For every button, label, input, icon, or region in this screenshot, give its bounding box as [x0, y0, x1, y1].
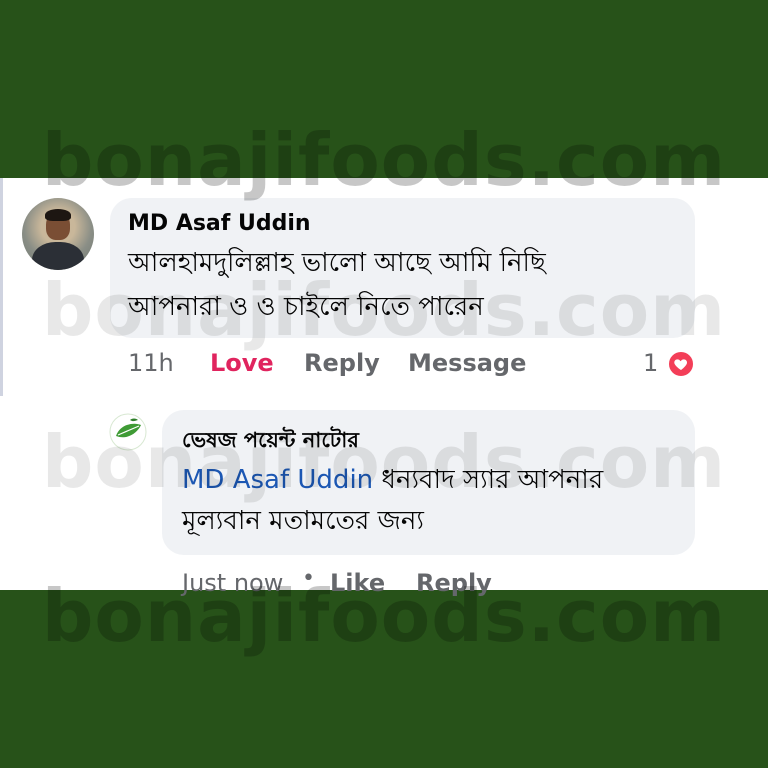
heart-glyph: [674, 359, 688, 370]
page-avatar[interactable]: [106, 410, 150, 454]
like-button[interactable]: Like: [330, 569, 385, 597]
reply-timestamp[interactable]: Just now: [182, 569, 283, 597]
top-frame: [0, 0, 768, 178]
heart-icon[interactable]: [667, 350, 695, 378]
love-reaction-button[interactable]: Love: [210, 349, 274, 377]
avatar-hair: [45, 209, 71, 221]
mention-link[interactable]: MD Asaf Uddin: [182, 465, 373, 495]
bottom-frame: [0, 590, 768, 768]
comment-text-line-2: আপনারা ও ও চাইলে নিতে পারেন: [128, 292, 484, 322]
avatar-shirt: [32, 242, 84, 270]
comment-text-line-1: আলহামদুলিল্লাহ ভালো আছে আমি নিছি: [128, 248, 546, 278]
reply-text-line-1: MD Asaf Uddin ধন্যবাদ স্যার আপনার: [182, 460, 603, 500]
reaction-count[interactable]: 1: [643, 349, 658, 377]
separator-dot: •: [302, 566, 315, 591]
reply-button[interactable]: Reply: [304, 349, 380, 377]
comment-timestamp[interactable]: 11h: [128, 349, 174, 377]
reply-text-line-2: মূল্যবান মতামতের জন্য: [182, 506, 424, 536]
thread-edge: [0, 178, 3, 396]
message-button[interactable]: Message: [408, 349, 526, 377]
reply-author[interactable]: ভেষজ পয়েন্ট নাটোর: [182, 424, 359, 459]
comment-author[interactable]: MD Asaf Uddin: [128, 211, 311, 236]
leaf-logo-icon: [109, 413, 147, 451]
reply-text-fragment: ধন্যবাদ স্যার আপনার: [373, 465, 604, 495]
commenter-avatar[interactable]: [22, 198, 94, 270]
reply-to-reply-button[interactable]: Reply: [416, 569, 492, 597]
